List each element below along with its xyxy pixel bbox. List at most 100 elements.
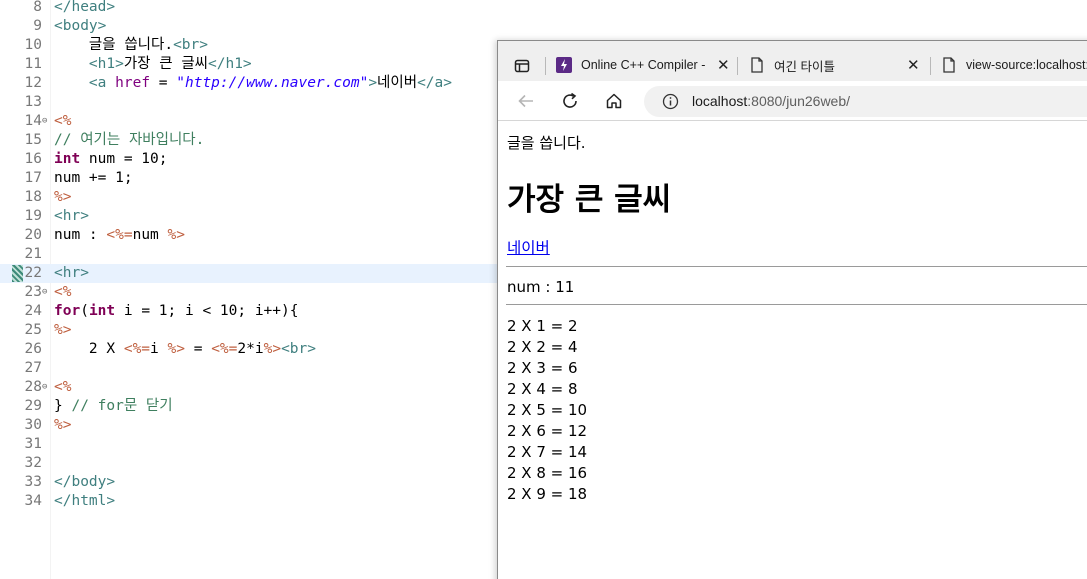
tab-page-title[interactable]: 여긴 타이틀 ✕: [748, 49, 928, 81]
code-token: =: [184, 341, 212, 357]
code-line[interactable]: 8 </head>: [0, 0, 1087, 17]
code-token: >: [368, 75, 378, 91]
code-text: <hr>: [54, 207, 89, 226]
line-number: 30: [24, 417, 42, 433]
code-token: <%=: [211, 341, 238, 357]
line-number: 9: [33, 18, 42, 34]
line-number: 11: [24, 56, 42, 72]
code-text: <%: [54, 112, 71, 131]
url-path: :8080/jun26web/: [747, 93, 851, 109]
line-number: 15: [24, 132, 42, 148]
num-output: num : 11: [507, 278, 575, 296]
page-viewport[interactable]: 글을 씁니다. 가장 큰 글씨 네이버 num : 11 2 X 1 = 2 2 …: [498, 122, 1087, 579]
line-number: 10: [24, 37, 42, 53]
code-text: int num = 10;: [54, 150, 168, 169]
fold-toggle-icon[interactable]: ⊖: [42, 378, 47, 397]
code-token: num :: [54, 227, 107, 243]
naver-link[interactable]: 네이버: [507, 236, 550, 258]
code-token: =: [150, 75, 177, 91]
code-token: (: [80, 303, 89, 319]
code-token: 가장 큰 글씨: [123, 56, 209, 72]
output-row: 2 X 1 = 2: [507, 317, 578, 335]
code-token: <%: [54, 379, 72, 395]
close-tab-icon[interactable]: ✕: [907, 56, 920, 74]
code-token: %>: [167, 227, 185, 243]
line-number: 27: [24, 360, 42, 376]
output-row: 2 X 3 = 6: [507, 359, 578, 377]
code-token: 글을 씁니다.: [54, 37, 174, 53]
code-token: <%: [54, 284, 72, 300]
code-token: int: [88, 303, 116, 319]
code-token: for: [54, 303, 81, 319]
site-info-icon[interactable]: [662, 93, 679, 115]
code-token: <%: [54, 113, 72, 129]
address-bar[interactable]: localhost:8080/jun26web/: [644, 86, 1087, 117]
code-line[interactable]: 9 <body>: [0, 17, 1087, 36]
code-text: %>: [54, 416, 71, 435]
line-number: 32: [24, 455, 42, 471]
code-token: <body>: [54, 18, 107, 34]
line-number: 33: [24, 474, 42, 490]
refresh-icon[interactable]: [558, 89, 582, 113]
line-number: 20: [24, 227, 42, 243]
line-number: 14: [24, 113, 42, 129]
code-token: <hr>: [54, 208, 89, 224]
output-row: 2 X 7 = 14: [507, 443, 588, 461]
code-token: num = 10;: [80, 151, 168, 167]
tab-separator: [737, 57, 738, 75]
line-number: 24: [24, 303, 42, 319]
code-token: int: [54, 151, 81, 167]
page-text: 글을 씁니다.: [507, 134, 586, 152]
code-token: i = 1; i < 10; i++){: [115, 303, 299, 319]
code-text: // 여기는 자바입니다.: [54, 131, 204, 150]
page-icon: [940, 56, 958, 74]
line-number: 12: [24, 75, 42, 91]
fold-toggle-icon[interactable]: ⊖: [42, 283, 47, 302]
code-token: %>: [263, 341, 282, 357]
line-number: 31: [24, 436, 42, 452]
code-token: 2*i: [237, 341, 264, 357]
code-token: %>: [54, 189, 72, 205]
line-number: 21: [24, 246, 42, 262]
line-number: 19: [24, 208, 42, 224]
code-text: <%: [54, 378, 71, 397]
code-text: <hr>: [54, 264, 89, 283]
code-token: <a: [88, 75, 116, 91]
compiler-favicon-icon: [555, 56, 573, 74]
code-text: 글을 씁니다.<br>: [54, 36, 208, 55]
fold-toggle-icon[interactable]: ⊖: [42, 112, 47, 131]
code-text: %>: [54, 321, 71, 340]
code-token: </h1>: [208, 56, 252, 72]
code-text: <body>: [54, 17, 106, 36]
code-text: <a href = "http://www.naver.com">네이버</a>: [54, 74, 452, 93]
tab-online-compiler[interactable]: Online C++ Compiler - ✕: [555, 49, 735, 81]
code-token: "http://www.naver.com": [176, 75, 369, 91]
url-text[interactable]: localhost:8080/jun26web/: [692, 93, 850, 109]
page-icon: [748, 56, 766, 74]
code-token: // 여기는 자바입니다.: [54, 132, 205, 148]
code-text: num += 1;: [54, 169, 133, 188]
code-token: </a>: [417, 75, 452, 91]
code-token: num: [132, 227, 168, 243]
code-token: 네이버: [377, 75, 418, 91]
line-number: 17: [24, 170, 42, 186]
code-token: %>: [54, 417, 72, 433]
tab-view-source[interactable]: view-source:localhost:8: [940, 49, 1087, 81]
tab-bar: Online C++ Compiler - ✕ 여긴 타이틀 ✕ view-so…: [498, 41, 1087, 81]
code-token: <h1>: [88, 56, 124, 72]
code-text: </body>: [54, 473, 115, 492]
tab-actions-icon[interactable]: [510, 54, 534, 78]
browser-window: Online C++ Compiler - ✕ 여긴 타이틀 ✕ view-so…: [497, 40, 1087, 579]
code-token: %>: [54, 322, 72, 338]
horizontal-rule: [506, 304, 1087, 305]
tab-label: view-source:localhost:8: [966, 58, 1087, 72]
tab-label: 여긴 타이틀: [774, 59, 835, 74]
output-row: 2 X 9 = 18: [507, 485, 588, 503]
back-icon[interactable]: [514, 89, 538, 113]
home-icon[interactable]: [602, 89, 626, 113]
code-text: } // for문 닫기: [54, 397, 173, 416]
line-number: 18: [24, 189, 42, 205]
close-tab-icon[interactable]: ✕: [717, 56, 730, 74]
